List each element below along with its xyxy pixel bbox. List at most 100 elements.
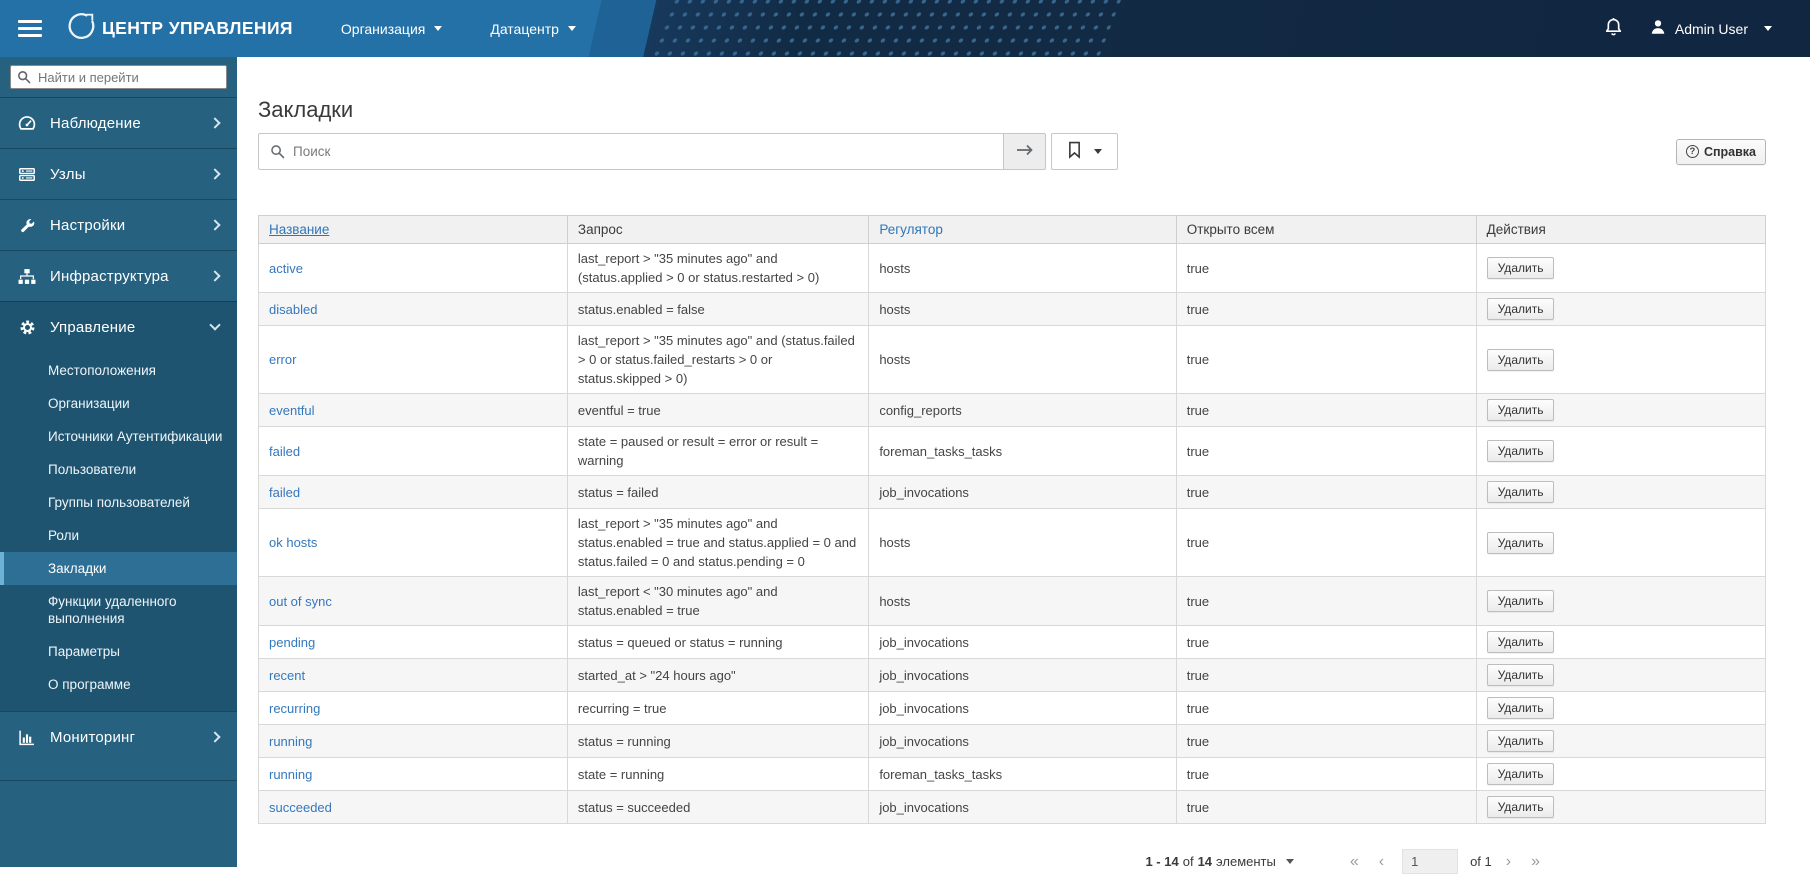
column-header-name[interactable]: Название xyxy=(258,215,568,244)
sidebar-subitem[interactable]: Функции удаленного выполнения xyxy=(0,585,237,635)
bell-icon xyxy=(1604,17,1623,40)
sidebar-group: Инфраструктура xyxy=(0,250,237,301)
delete-button[interactable]: Удалить xyxy=(1486,399,1555,421)
bookmark-public: true xyxy=(1175,393,1477,427)
bookmark-public: true xyxy=(1175,658,1477,692)
bookmark-name-link[interactable]: running xyxy=(269,767,312,782)
wrench-icon xyxy=(18,217,36,234)
sidebar-submenu: Местоположения Организации Источники Аутен… xyxy=(0,354,237,701)
delete-button[interactable]: Удалить xyxy=(1486,481,1555,503)
bookmark-query: status = failed xyxy=(566,475,870,509)
delete-button[interactable]: Удалить xyxy=(1486,590,1555,612)
sidebar-item-monitor[interactable]: Наблюдение xyxy=(0,98,237,148)
bookmark-public: true xyxy=(1175,292,1477,326)
sidebar-item-settings[interactable]: Настройки xyxy=(0,200,237,250)
current-page-input[interactable] xyxy=(1402,849,1459,874)
sidebar-item-infrastructure[interactable]: Инфраструктура xyxy=(0,251,237,301)
bookmark-controller: hosts xyxy=(868,508,1177,577)
bookmark-name-link[interactable]: running xyxy=(269,734,312,749)
bookmark-query: last_report > "35 minutes ago" and (stat… xyxy=(566,325,870,394)
search-group xyxy=(258,133,1046,170)
bookmark-name-link[interactable]: active xyxy=(269,261,303,276)
bookmark-name-link[interactable]: out of sync xyxy=(269,594,332,609)
user-menu[interactable]: Admin User xyxy=(1649,18,1772,39)
delete-button[interactable]: Удалить xyxy=(1486,531,1555,554)
brand[interactable]: ЦЕНТР УПРАВЛЕНИЯ xyxy=(66,12,293,46)
table-row: eventful eventful = true config_reports … xyxy=(258,393,1767,427)
question-circle-icon: ? xyxy=(1685,145,1699,158)
bookmark-name-link[interactable]: failed xyxy=(269,485,300,500)
organization-menu-label: Организация xyxy=(340,20,426,37)
sidebar-subitem[interactable]: О программе xyxy=(0,668,237,701)
delete-button[interactable]: Удалить xyxy=(1486,664,1555,686)
bookmark-name-link[interactable]: recurring xyxy=(269,701,320,716)
bookmark-controller: job_invocations xyxy=(868,625,1177,659)
bookmark-controller: hosts xyxy=(868,576,1177,626)
bookmark-name-link[interactable]: recent xyxy=(269,668,305,683)
column-header-query: Запрос xyxy=(566,215,870,244)
bookmark-name-link[interactable]: pending xyxy=(269,635,315,650)
sidebar-subitem[interactable]: Источники Аутентификации xyxy=(0,420,237,453)
delete-button[interactable]: Удалить xyxy=(1486,298,1555,320)
pagination: 1 - 14 of 14 элементы « ‹ of 1 › » xyxy=(258,849,1550,874)
delete-button[interactable]: Удалить xyxy=(1486,348,1555,371)
location-context-menu[interactable]: Датацентр xyxy=(490,21,576,37)
bookmark-controller: hosts xyxy=(868,325,1177,394)
delete-button[interactable]: Удалить xyxy=(1486,440,1555,462)
search-submit-button[interactable] xyxy=(1004,133,1046,170)
first-page-button[interactable]: « xyxy=(1340,853,1369,871)
bookmark-name-link[interactable]: ok hosts xyxy=(269,535,317,550)
bookmark-public: true xyxy=(1175,757,1477,791)
sidebar-subitem[interactable]: Организации xyxy=(0,387,237,420)
bookmark-name-link[interactable]: eventful xyxy=(269,403,315,418)
bookmark-query: status.enabled = false xyxy=(566,292,870,326)
bookmark-controller: job_invocations xyxy=(868,724,1177,758)
sidebar-subitem[interactable]: Группы пользователей xyxy=(0,486,237,519)
bookmark-public: true xyxy=(1175,243,1477,293)
sidebar-subitem[interactable]: Пользователи xyxy=(0,453,237,486)
delete-button[interactable]: Удалить xyxy=(1486,257,1555,279)
delete-button[interactable]: Удалить xyxy=(1486,631,1555,653)
search-input[interactable] xyxy=(258,133,1004,170)
bookmark-public: true xyxy=(1175,325,1477,394)
bookmark-name-link[interactable]: error xyxy=(269,352,296,367)
sidebar-item-hosts[interactable]: Узлы xyxy=(0,149,237,199)
next-page-button[interactable]: › xyxy=(1496,853,1521,871)
sidebar-search-input[interactable] xyxy=(10,65,227,89)
table-row: ok hosts last_report > "35 minutes ago" … xyxy=(258,508,1767,577)
sidebar-item-monitoring[interactable]: Мониторинг xyxy=(0,712,237,762)
last-page-button[interactable]: » xyxy=(1521,853,1550,871)
bookmark-name-link[interactable]: failed xyxy=(269,444,300,459)
prev-page-button[interactable]: ‹ xyxy=(1369,853,1394,871)
bookmark-query: recurring = true xyxy=(566,691,870,725)
bookmark-name-link[interactable]: succeeded xyxy=(269,800,332,815)
bookmark-controller: foreman_tasks_tasks xyxy=(868,426,1177,476)
help-button[interactable]: ? Справка xyxy=(1675,138,1766,165)
bookmark-public: true xyxy=(1175,426,1477,476)
search-icon xyxy=(17,70,31,89)
user-icon xyxy=(1649,18,1667,39)
notifications-bell-button[interactable] xyxy=(1604,17,1623,40)
table-row: failed status = failed job_invocations t… xyxy=(258,475,1767,509)
sidebar-subitem-selected[interactable]: Закладки xyxy=(0,552,237,585)
delete-button[interactable]: Удалить xyxy=(1486,763,1555,785)
bookmark-query: status = queued or status = running xyxy=(566,625,870,659)
bookmark-dropdown-button[interactable] xyxy=(1051,133,1118,170)
bookmark-controller: job_invocations xyxy=(868,790,1177,824)
bookmark-query: state = running xyxy=(566,757,870,791)
delete-button[interactable]: Удалить xyxy=(1486,796,1555,818)
sidebar-item-administer[interactable]: Управление xyxy=(0,302,237,352)
sidebar-subitem[interactable]: Параметры xyxy=(0,635,237,668)
navbar-right: Admin User xyxy=(1604,17,1810,40)
help-button-label: Справка xyxy=(1703,144,1756,159)
bookmark-name-link[interactable]: disabled xyxy=(269,302,317,317)
delete-button[interactable]: Удалить xyxy=(1486,730,1555,752)
sidebar-subitem[interactable]: Местоположения xyxy=(0,354,237,387)
bookmark-query: state = paused or result = error or resu… xyxy=(566,426,870,476)
delete-button[interactable]: Удалить xyxy=(1486,697,1555,719)
table-header-row: Название Запрос Регулятор Открыто всем Д… xyxy=(258,215,1767,244)
hamburger-menu-button[interactable] xyxy=(18,20,42,37)
column-header-controller[interactable]: Регулятор xyxy=(868,215,1177,244)
organization-context-menu[interactable]: Организация xyxy=(340,20,443,37)
sidebar-subitem[interactable]: Роли xyxy=(0,519,237,552)
